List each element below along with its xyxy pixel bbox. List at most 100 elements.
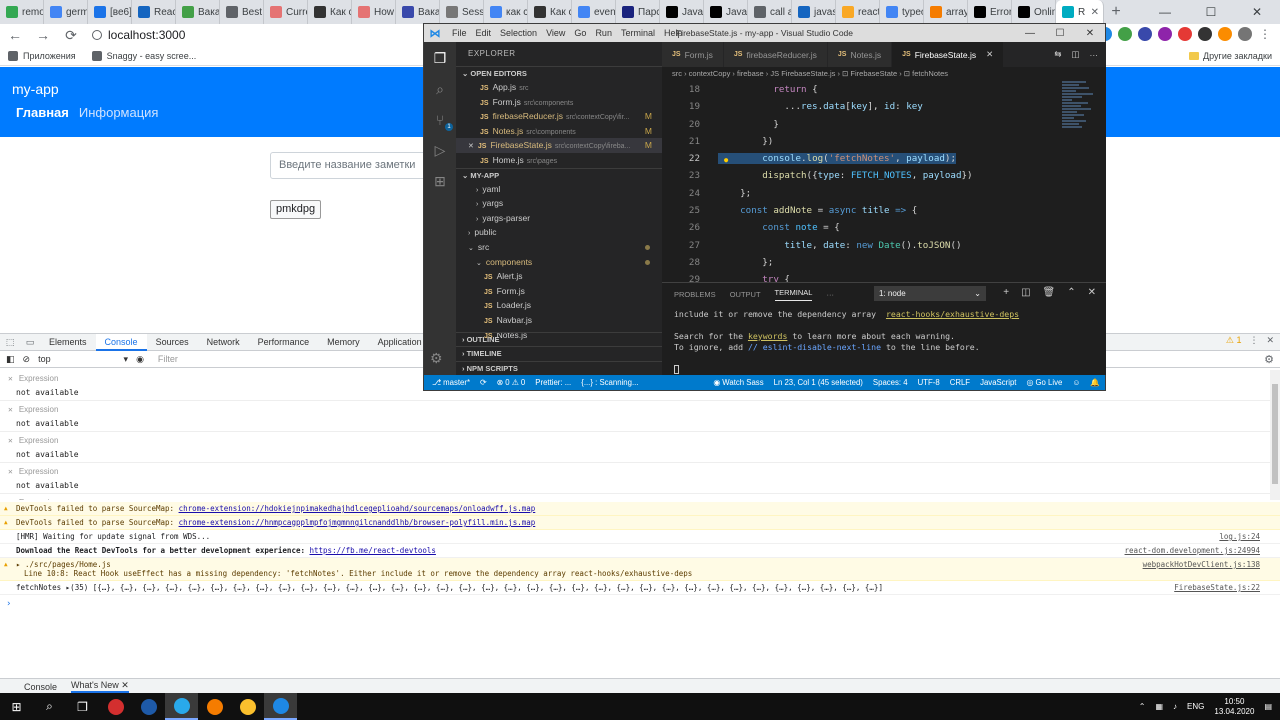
bookmark-apps[interactable]: Приложения [8, 50, 76, 61]
device-toggle-icon[interactable]: ▭ [20, 337, 40, 348]
panel-tab[interactable]: PROBLEMS [674, 290, 716, 299]
opera-icon[interactable] [99, 693, 132, 720]
editor-tab[interactable]: JS Notes.js [827, 42, 893, 67]
status-item[interactable]: JavaScript [975, 378, 1021, 387]
expressions-scrollbar[interactable] [1270, 370, 1280, 500]
open-editor-item[interactable]: JS firebaseReducer.js src\contextCopy\fir.… [456, 109, 662, 124]
close-button[interactable]: ✕ [1075, 24, 1105, 42]
windows-start-icon[interactable]: ⊞ [0, 693, 33, 720]
word-icon[interactable] [132, 693, 165, 720]
open-editor-item[interactable]: JS App.js src [456, 80, 662, 95]
close-icon[interactable]: ✕ [121, 680, 129, 690]
browser-tab[interactable]: [ве6] [88, 0, 132, 24]
open-editor-item[interactable]: JS Form.js src\components [456, 95, 662, 110]
forward-icon[interactable]: → [36, 27, 50, 43]
close-icon[interactable]: ✕ [8, 498, 13, 500]
inspect-icon[interactable]: ⬚ [0, 337, 20, 348]
status-item[interactable]: CRLF [945, 378, 975, 387]
devtools-tab[interactable]: Network [198, 334, 249, 351]
warning-count[interactable]: ⚠ 1 [1226, 335, 1242, 346]
devtools-tab[interactable]: Elements [40, 334, 96, 351]
code-line[interactable]: 23 dispatch({type: FETCH_NOTES, payload}… [662, 167, 1057, 184]
close-icon[interactable]: ✕ [986, 49, 993, 60]
task-view-icon[interactable]: ❐ [66, 693, 99, 720]
extension-icon[interactable] [1118, 27, 1132, 41]
panel-tab[interactable]: ··· [826, 290, 834, 299]
status-item[interactable]: ◉ Watch Sass [708, 378, 768, 387]
devtools-close-icon[interactable]: ✕ [1266, 335, 1274, 346]
browser-tab[interactable]: How [352, 0, 396, 24]
code-line[interactable]: 22 ● console.log('fetchNotes', payload); [662, 150, 1057, 167]
browser-tab[interactable]: typeo [880, 0, 924, 24]
menu-item-go[interactable]: Go [574, 28, 586, 38]
devtools-menu-icon[interactable]: ⋮ [1249, 335, 1258, 346]
menu-icon[interactable]: ⋮ [1258, 27, 1272, 41]
extension-icon[interactable] [1158, 27, 1172, 41]
browser-tab[interactable]: R ✕ [1056, 0, 1104, 24]
avatar[interactable] [1238, 27, 1252, 41]
file-tree-file[interactable]: JS Loader.js [456, 298, 662, 313]
code-line[interactable]: 21 }) [662, 133, 1057, 150]
browser-tab[interactable]: javas [792, 0, 836, 24]
extension-icon[interactable] [1138, 27, 1152, 41]
terminal-select[interactable]: 1: node ⌄ [874, 286, 986, 301]
clear-console-icon[interactable]: ⊘ [23, 354, 31, 365]
code-line[interactable]: 25 const addNote = async title => { [662, 202, 1057, 219]
status-item[interactable]: ⎇ master* [424, 378, 475, 387]
trash-icon[interactable]: 🗑 [1043, 287, 1056, 298]
back-icon[interactable]: ← [8, 27, 22, 43]
split-terminal-icon[interactable]: ◫ [1021, 287, 1030, 298]
browser-tab[interactable]: Вака [176, 0, 220, 24]
open-editor-item[interactable]: JS Notes.js src\components M [456, 124, 662, 139]
run-debug-icon[interactable]: ▷ [430, 142, 450, 159]
live-expression-icon[interactable]: ◉ [136, 354, 144, 365]
browser-tab[interactable]: JavaS [660, 0, 704, 24]
browser-tab[interactable]: remo [0, 0, 44, 24]
browser-tab[interactable]: Onlin [1012, 0, 1056, 24]
console-prompt[interactable]: › [0, 595, 1280, 613]
status-item[interactable]: ☺ [1067, 378, 1085, 387]
menu-item-selection[interactable]: Selection [500, 28, 537, 38]
notifications-icon[interactable]: ▤ [1264, 702, 1272, 711]
other-bookmarks[interactable]: Другие закладки [1189, 51, 1272, 61]
chrome-icon[interactable] [231, 693, 264, 720]
drawer-tab-console[interactable]: Console [24, 682, 57, 692]
message-link[interactable]: chrome-extension://hnmpcagpplmpfojmgmnng… [179, 518, 536, 527]
note-item[interactable]: pmkdpg [270, 200, 322, 219]
browser-tab[interactable]: call a [748, 0, 792, 24]
code-line[interactable]: 18 return { [662, 81, 1057, 98]
menu-item-help[interactable]: Help [664, 28, 683, 38]
file-tree-folder[interactable]: › public [456, 225, 662, 240]
panel-tab[interactable]: OUTPUT [730, 290, 761, 299]
language-indicator[interactable]: ENG [1187, 702, 1204, 711]
maximize-panel-icon[interactable]: ⌃ [1067, 287, 1075, 298]
browser-tab[interactable]: react [836, 0, 880, 24]
browser-tab[interactable]: JavaS [704, 0, 748, 24]
devtools-tab[interactable]: Console [95, 333, 147, 351]
split-editor-icon[interactable]: ◫ [1071, 49, 1079, 60]
close-icon[interactable]: ✕ [468, 143, 474, 150]
status-item[interactable]: ◎ Go Live [1021, 378, 1067, 387]
file-tree-folder[interactable]: ⌄ components [456, 255, 662, 270]
section-npm-scripts[interactable]: › NPM SCRIPTS [456, 360, 662, 376]
editor-tab[interactable]: JS FirebaseState.js ✕ [892, 42, 1005, 67]
message-source-link[interactable]: log.js:24 [1219, 532, 1260, 541]
maximize-button[interactable]: ☐ [1045, 24, 1075, 42]
code-line[interactable]: 28 }; [662, 254, 1057, 271]
browser-tab[interactable]: Вака [396, 0, 440, 24]
close-icon[interactable]: ✕ [8, 405, 13, 414]
menu-item-view[interactable]: View [546, 28, 565, 38]
nav-link-info[interactable]: Информация [79, 105, 159, 120]
menu-item-run[interactable]: Run [595, 28, 612, 38]
browser-tab[interactable]: Парс [616, 0, 660, 24]
file-tree-folder[interactable]: ⌄ src [456, 240, 662, 255]
volume-icon[interactable]: ♪ [1173, 702, 1177, 711]
gear-icon[interactable]: ⚙ [1264, 353, 1274, 366]
devtools-tab[interactable]: Memory [318, 334, 369, 351]
browser-tab[interactable]: Sessi [440, 0, 484, 24]
status-item[interactable]: {...} : Scanning... [576, 378, 643, 387]
file-tree-folder[interactable]: › yargs-parser [456, 211, 662, 226]
source-control-icon[interactable]: ⑂ 1 [430, 112, 453, 131]
status-item[interactable]: ⟳ [475, 378, 492, 387]
code-editor[interactable]: 18 return {19 ...res.data[key], id: key 2… [662, 81, 1057, 282]
